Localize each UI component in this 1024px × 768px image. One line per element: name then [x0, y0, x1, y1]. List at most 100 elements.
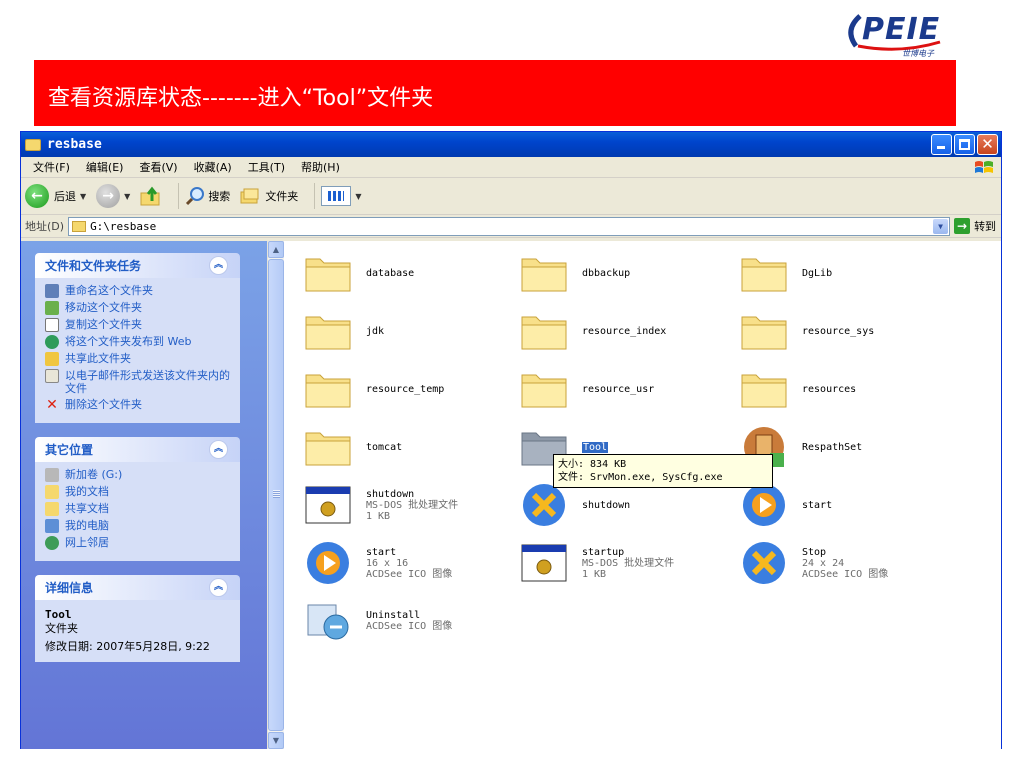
- go-arrow-icon[interactable]: →: [954, 218, 971, 234]
- drive-icon: [45, 468, 59, 482]
- folder-icon: [521, 316, 567, 350]
- tooltip: 大小: 834 KB 文件: SrvMon.exe, SysCfg.exe: [553, 454, 773, 488]
- tool-bar: ← 后退 ▼ → ▼ 搜索 文件夹 ▼: [21, 178, 1001, 215]
- minimize-button[interactable]: [931, 134, 952, 155]
- forward-arrow-icon: →: [96, 184, 121, 208]
- file-item[interactable]: tomcat: [304, 421, 519, 473]
- scroll-down-icon[interactable]: ▼: [268, 732, 284, 749]
- file-name: resource_temp: [366, 383, 445, 395]
- task-label: 复制这个文件夹: [65, 318, 142, 331]
- places-panel-header[interactable]: 其它位置 ︽: [35, 437, 240, 462]
- file-item[interactable]: dbbackup: [520, 247, 735, 299]
- place-my-computer[interactable]: 我的电脑: [45, 519, 232, 533]
- collapse-icon[interactable]: ︽: [209, 256, 228, 275]
- email-icon: [45, 369, 59, 383]
- places-panel-title: 其它位置: [45, 443, 94, 457]
- folder-icon: [741, 258, 787, 292]
- rename-icon: [45, 284, 59, 298]
- search-label: 搜索: [208, 190, 231, 203]
- file-item[interactable]: DgLib: [740, 247, 955, 299]
- maximize-button[interactable]: [954, 134, 975, 155]
- task-delete[interactable]: ✕ 删除这个文件夹: [45, 398, 232, 412]
- details-panel-body: Tool 文件夹 修改日期: 2007年5月28日, 9:22: [35, 600, 240, 662]
- task-move[interactable]: 移动这个文件夹: [45, 301, 232, 315]
- scroll-up-icon[interactable]: ▲: [268, 241, 284, 258]
- file-item[interactable]: Stop 24 x 24 ACDSee ICO 图像: [740, 537, 955, 589]
- start-icon: [307, 542, 349, 584]
- title-banner: 查看资源库状态-------进入“Tool”文件夹: [34, 60, 956, 126]
- task-label: 删除这个文件夹: [65, 398, 142, 411]
- shared-folder-icon: [45, 502, 59, 516]
- task-label: 将这个文件夹发布到 Web: [65, 335, 192, 348]
- file-item[interactable]: resource_usr: [520, 363, 735, 415]
- tasks-panel-title: 文件和文件夹任务: [45, 259, 142, 273]
- address-dropdown-icon[interactable]: ▼: [933, 218, 949, 234]
- task-share[interactable]: 共享此文件夹: [45, 352, 232, 366]
- place-network[interactable]: 网上邻居: [45, 536, 232, 550]
- back-button[interactable]: ← 后退 ▼: [25, 184, 86, 208]
- delete-icon: ✕: [46, 397, 58, 413]
- task-publish[interactable]: 将这个文件夹发布到 Web: [45, 335, 232, 349]
- task-copy[interactable]: 复制这个文件夹: [45, 318, 232, 332]
- menu-favorites[interactable]: 收藏(A): [186, 159, 240, 175]
- up-folder-icon: [140, 186, 160, 206]
- task-rename[interactable]: 重命名这个文件夹: [45, 284, 232, 298]
- tasks-panel-header[interactable]: 文件和文件夹任务 ︽: [35, 253, 240, 278]
- explorer-window: resbase ✕ 文件(F) 编辑(E) 查看(V) 收藏(A) 工具(T) …: [20, 131, 1002, 749]
- place-label: 网上邻居: [65, 536, 109, 549]
- details-panel-header[interactable]: 详细信息 ︽: [35, 575, 240, 600]
- file-item[interactable]: resource_sys: [740, 305, 955, 357]
- scroll-thumb[interactable]: [268, 259, 284, 731]
- file-name: resource_index: [582, 325, 667, 337]
- place-shared-documents[interactable]: 共享文档: [45, 502, 232, 516]
- collapse-icon[interactable]: ︽: [209, 578, 228, 597]
- toolbar-separator: [314, 183, 316, 209]
- forward-button[interactable]: → ▼: [96, 184, 130, 208]
- file-item[interactable]: shutdown MS-DOS 批处理文件 1 KB: [304, 479, 519, 531]
- search-icon: [186, 187, 205, 206]
- task-email[interactable]: 以电子邮件形式发送该文件夹内的文件: [45, 369, 232, 395]
- task-label: 以电子邮件形式发送该文件夹内的文件: [65, 369, 230, 395]
- vertical-scrollbar[interactable]: ▲ ▼: [267, 241, 284, 749]
- file-item[interactable]: resource_index: [520, 305, 735, 357]
- menu-view[interactable]: 查看(V): [131, 159, 185, 175]
- file-item[interactable]: jdk: [304, 305, 519, 357]
- menu-edit[interactable]: 编辑(E): [78, 159, 132, 175]
- close-button[interactable]: ✕: [977, 134, 998, 155]
- menu-bar: 文件(F) 编辑(E) 查看(V) 收藏(A) 工具(T) 帮助(H): [21, 157, 1001, 178]
- file-size: 1 KB: [366, 510, 391, 522]
- file-name: start: [366, 546, 397, 558]
- file-name: RespathSet: [802, 441, 863, 453]
- menu-tools[interactable]: 工具(T): [240, 159, 293, 175]
- menu-help[interactable]: 帮助(H): [293, 159, 348, 175]
- title-bar[interactable]: resbase ✕: [21, 132, 1001, 157]
- go-button[interactable]: 转到: [974, 218, 996, 234]
- file-item[interactable]: startup MS-DOS 批处理文件 1 KB: [520, 537, 735, 589]
- file-item[interactable]: database: [304, 247, 519, 299]
- address-bar: 地址(D) G:\resbase ▼ → 转到: [21, 215, 1001, 238]
- file-name: jdk: [366, 325, 385, 337]
- file-item[interactable]: start 16 x 16 ACDSee ICO 图像: [304, 537, 519, 589]
- chevron-down-icon: ▼: [80, 191, 87, 201]
- place-my-documents[interactable]: 我的文档: [45, 485, 232, 499]
- file-item[interactable]: resources: [740, 363, 955, 415]
- address-input[interactable]: G:\resbase ▼: [68, 216, 951, 236]
- views-button[interactable]: ▼: [321, 186, 361, 206]
- menu-file[interactable]: 文件(F): [25, 159, 78, 175]
- move-icon: [45, 301, 59, 315]
- maximize-icon: [959, 139, 970, 150]
- folder-icon: [741, 316, 787, 350]
- place-drive-g[interactable]: 新加卷 (G:): [45, 468, 232, 482]
- up-folder-button[interactable]: [140, 185, 162, 207]
- folders-button[interactable]: 文件夹: [240, 187, 298, 205]
- collapse-icon[interactable]: ︽: [209, 440, 228, 459]
- window-title: resbase: [47, 137, 102, 152]
- address-label: 地址(D): [25, 220, 65, 233]
- window-controls: ✕: [931, 134, 1001, 155]
- search-button[interactable]: 搜索: [185, 186, 230, 206]
- shutdown-icon: [523, 484, 565, 526]
- file-item[interactable]: resource_temp: [304, 363, 519, 415]
- file-type: ACDSee ICO 图像: [366, 568, 453, 580]
- folder-icon: [25, 138, 41, 151]
- file-item[interactable]: Uninstall ACDSee ICO 图像: [304, 595, 519, 647]
